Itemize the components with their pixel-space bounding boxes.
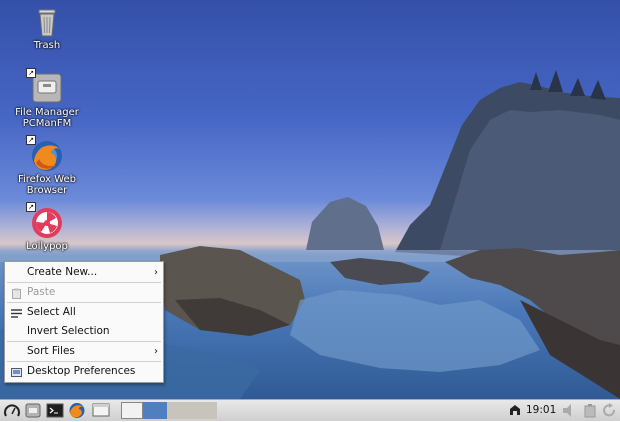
submenu-arrow-icon: › bbox=[154, 346, 158, 357]
paste-icon bbox=[11, 287, 22, 299]
menu-item-paste[interactable]: Paste bbox=[5, 283, 163, 302]
menu-item-label: Sort Files bbox=[27, 345, 75, 357]
shortcut-arrow-icon: ↗ bbox=[26, 68, 36, 78]
desktop-icon-trash[interactable]: Trash bbox=[12, 5, 82, 51]
volume-icon[interactable] bbox=[560, 402, 578, 419]
preferences-icon bbox=[11, 366, 22, 377]
desktop-icon[interactable] bbox=[92, 402, 110, 419]
lollypop-icon: ↗ bbox=[26, 202, 64, 240]
menu-item-invert-selection[interactable]: Invert Selection bbox=[5, 322, 163, 341]
clock[interactable]: 19:01 bbox=[526, 404, 556, 416]
menu-item-label: Desktop Preferences bbox=[27, 365, 136, 377]
desktop-icon-firefox[interactable]: ↗ Firefox Web Browser bbox=[12, 135, 82, 196]
desktop-icon-label-line2: PCManFM bbox=[22, 118, 72, 129]
menu-item-label: Invert Selection bbox=[27, 325, 110, 337]
taskbar: 19:01 bbox=[0, 399, 620, 421]
desktop-icon-label: Lollypop bbox=[26, 241, 68, 252]
select-all-icon bbox=[11, 307, 22, 318]
firefox-icon[interactable] bbox=[68, 402, 86, 419]
workspace-4[interactable] bbox=[192, 402, 217, 419]
menu-item-desktop-preferences[interactable]: Desktop Preferences bbox=[5, 362, 163, 381]
menu-item-label: Create New... bbox=[27, 266, 98, 278]
menu-item-label: Select All bbox=[27, 306, 76, 318]
desktop-icon-label: Firefox Web bbox=[17, 174, 77, 185]
workspace-2[interactable] bbox=[143, 402, 167, 419]
menu-item-label: Paste bbox=[27, 286, 56, 298]
submenu-arrow-icon: › bbox=[154, 267, 158, 278]
refresh-icon[interactable] bbox=[601, 402, 619, 419]
desktop-context-menu: Create New... › Paste Select All Invert … bbox=[4, 261, 164, 383]
firefox-icon: ↗ bbox=[26, 135, 64, 173]
network-icon[interactable] bbox=[506, 402, 524, 419]
shortcut-arrow-icon: ↗ bbox=[26, 202, 36, 212]
file-manager-icon[interactable] bbox=[24, 402, 42, 419]
menu-item-create-new[interactable]: Create New... › bbox=[5, 263, 163, 282]
desktop-icon-lollypop[interactable]: ↗ Lollypop bbox=[12, 202, 82, 252]
terminal-icon[interactable] bbox=[46, 402, 64, 419]
menu-icon[interactable] bbox=[3, 402, 21, 419]
workspace-1[interactable] bbox=[121, 402, 143, 419]
file-manager-icon: ↗ bbox=[26, 68, 64, 106]
workspace-3[interactable] bbox=[167, 402, 192, 419]
desktop-icon-label: File Manager bbox=[15, 107, 79, 118]
desktop-icon-label: Trash bbox=[33, 40, 61, 51]
trash-icon bbox=[30, 5, 64, 39]
shortcut-arrow-icon: ↗ bbox=[26, 135, 36, 145]
menu-item-select-all[interactable]: Select All bbox=[5, 303, 163, 322]
menu-item-sort-files[interactable]: Sort Files › bbox=[5, 342, 163, 361]
desktop[interactable]: Trash ↗ File Manager PCManFM ↗ Firefox W… bbox=[0, 0, 620, 399]
battery-icon[interactable] bbox=[581, 402, 599, 419]
desktop-icon-label-line2: Browser bbox=[26, 185, 68, 196]
desktop-icon-file-manager[interactable]: ↗ File Manager PCManFM bbox=[12, 68, 82, 129]
